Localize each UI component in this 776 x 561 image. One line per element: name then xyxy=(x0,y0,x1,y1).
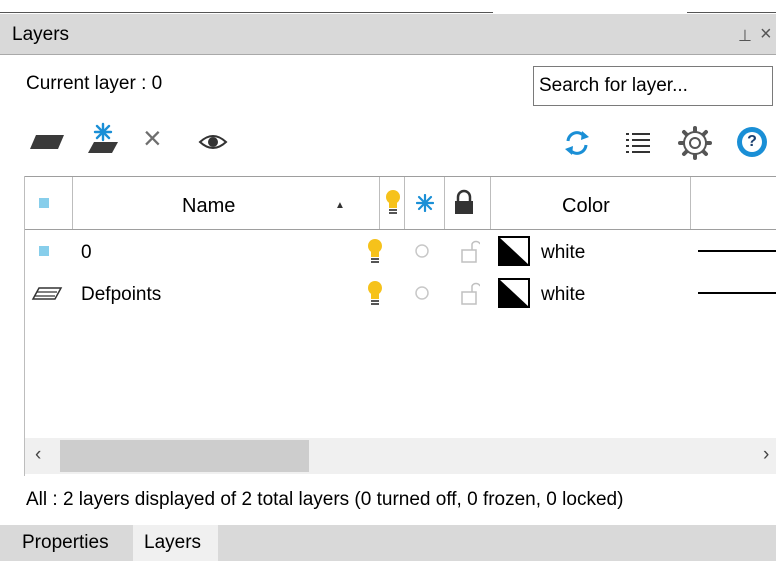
refresh-icon[interactable] xyxy=(562,128,592,158)
layer-icon xyxy=(31,287,63,300)
horizontal-scrollbar[interactable]: ‹ › xyxy=(25,438,776,474)
current-column-header[interactable] xyxy=(25,177,73,229)
layer-table: Name ▲ Color 0 white Defpoints white ‹ › xyxy=(24,176,776,476)
layer-name: Defpoints xyxy=(81,284,162,305)
table-row[interactable]: Defpoints white xyxy=(25,274,776,312)
color-column-label: Color xyxy=(562,195,610,217)
name-column-header[interactable]: Name ▲ xyxy=(73,177,380,229)
layer-color: white xyxy=(541,284,586,305)
thaw-icon[interactable] xyxy=(415,244,429,258)
freeze-column-header[interactable] xyxy=(405,177,445,229)
table-header: Name ▲ Color xyxy=(25,176,776,230)
lightbulb-icon xyxy=(386,190,400,214)
on-column-header[interactable] xyxy=(380,177,405,229)
top-border-line xyxy=(0,12,493,13)
table-row[interactable]: 0 white xyxy=(25,232,776,270)
panel-tab-bar: Properties Layers xyxy=(0,525,776,561)
tab-layers[interactable]: Layers xyxy=(133,525,218,561)
gear-icon[interactable] xyxy=(678,126,712,160)
current-layer-label: Current layer : 0 xyxy=(26,73,163,94)
scrollbar-thumb[interactable] xyxy=(60,440,309,472)
color-column-header[interactable]: Color xyxy=(491,177,691,229)
unlocked-icon[interactable] xyxy=(460,280,480,306)
linetype-preview xyxy=(698,292,776,294)
panel-title-bar[interactable]: Layers ⊥ × xyxy=(0,14,776,55)
scroll-right-icon[interactable]: › xyxy=(763,444,769,466)
lightbulb-on-icon[interactable] xyxy=(367,280,383,308)
panel-title: Layers xyxy=(12,24,70,45)
linetype-preview xyxy=(698,250,776,252)
new-layer-icon[interactable] xyxy=(28,132,66,152)
status-text: All : 2 layers displayed of 2 total laye… xyxy=(26,489,624,510)
new-layer-frozen-vp-icon[interactable] xyxy=(86,122,120,156)
help-button[interactable]: ? xyxy=(737,127,767,157)
scroll-left-icon[interactable]: ‹ xyxy=(35,444,41,466)
close-icon[interactable]: × xyxy=(760,23,772,46)
current-square-icon xyxy=(39,198,49,208)
color-swatch[interactable] xyxy=(498,278,530,308)
thaw-icon[interactable] xyxy=(415,286,429,300)
sort-ascending-icon: ▲ xyxy=(335,200,345,211)
color-swatch[interactable] xyxy=(498,236,530,266)
delete-icon[interactable]: × xyxy=(143,122,162,154)
layer-color: white xyxy=(541,242,586,263)
pin-icon[interactable]: ⊥ xyxy=(738,26,752,46)
search-input[interactable] xyxy=(533,66,773,106)
tab-properties[interactable]: Properties xyxy=(0,525,133,561)
eye-icon[interactable] xyxy=(198,131,228,153)
layer-name: 0 xyxy=(81,242,92,263)
snowflake-icon xyxy=(416,194,434,212)
top-edge xyxy=(0,0,776,14)
unlocked-icon[interactable] xyxy=(460,238,480,264)
linetype-column-header[interactable] xyxy=(691,177,776,229)
top-border-line xyxy=(687,12,776,13)
lock-column-header[interactable] xyxy=(445,177,491,229)
list-icon[interactable] xyxy=(626,131,650,153)
name-column-label: Name xyxy=(182,195,236,217)
lightbulb-on-icon[interactable] xyxy=(367,238,383,266)
current-layer-indicator xyxy=(39,246,49,256)
help-icon: ? xyxy=(742,132,762,152)
lock-icon xyxy=(455,189,473,214)
